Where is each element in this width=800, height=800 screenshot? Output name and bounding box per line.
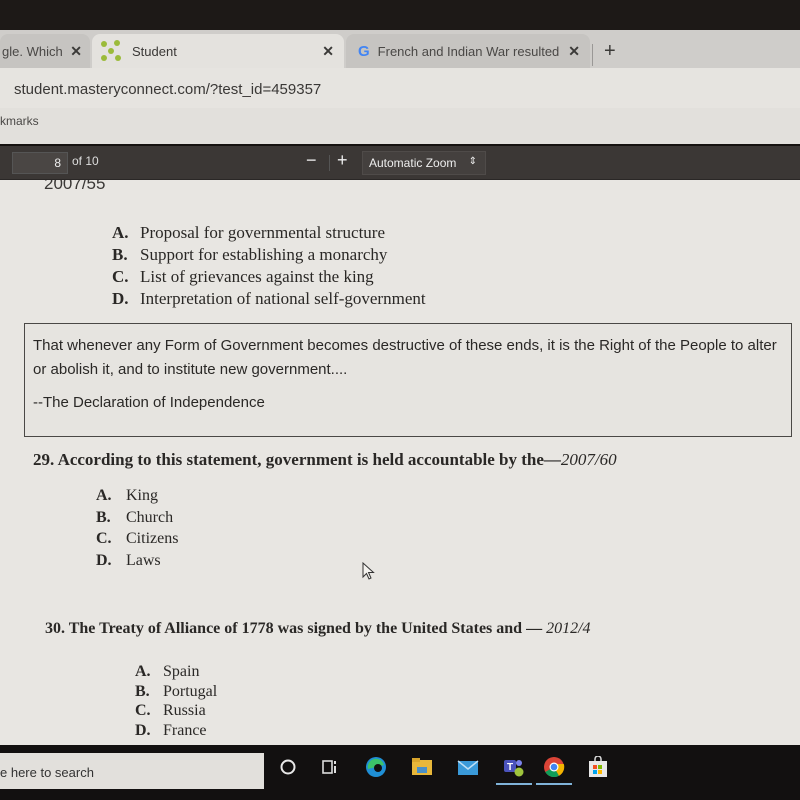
chrome-icon[interactable]: [536, 753, 572, 785]
choice-item: B. Support for establishing a monarchy: [112, 244, 426, 266]
toolbar-separator: [329, 155, 330, 171]
quote-source: --The Declaration of Independence: [33, 394, 265, 411]
choice-item: A. King: [96, 485, 178, 507]
choice-item: D. France: [135, 721, 217, 741]
choice-text: Russia: [163, 702, 206, 719]
zoom-select[interactable]: Automatic Zoom ⇕: [362, 151, 486, 175]
close-icon[interactable]: ✕: [70, 43, 82, 60]
cortana-icon[interactable]: [274, 753, 302, 781]
choice-text: Church: [126, 508, 174, 526]
bookmarks-label[interactable]: kmarks: [0, 114, 39, 128]
choice-item: D. Interpretation of national self-govern…: [112, 288, 426, 310]
previous-question-code: 2007/55: [44, 180, 106, 193]
q29-choices: A. King B. Church C. Citizens D. Laws: [96, 485, 178, 571]
zoom-in-button[interactable]: +: [337, 150, 348, 171]
choice-letter: D.: [112, 289, 129, 308]
edge-icon[interactable]: [362, 753, 390, 781]
quote-text: That whenever any Form of Government bec…: [33, 337, 777, 378]
url-input[interactable]: student.masteryconnect.com/?test_id=4593…: [14, 81, 321, 98]
select-arrows-icon: ⇕: [468, 156, 477, 167]
tab-title: Student: [132, 43, 177, 59]
question-29: 29. According to this statement, governm…: [33, 450, 617, 470]
taskbar-search-input[interactable]: e here to search: [0, 753, 264, 789]
choice-text: Support for establishing a monarchy: [140, 245, 388, 264]
quote-box: That whenever any Form of Government bec…: [24, 323, 792, 437]
browser-tab[interactable]: gle. Which ✕: [0, 34, 90, 68]
q28-choices: A. Proposal for governmental structure B.…: [112, 222, 426, 310]
zoom-level: Automatic Zoom: [369, 156, 457, 170]
store-icon[interactable]: [584, 753, 612, 781]
choice-item: C. List of grievances against the king: [112, 266, 426, 288]
choice-letter: C.: [135, 702, 151, 719]
screen-bezel: [0, 0, 800, 32]
address-bar: student.masteryconnect.com/?test_id=4593…: [0, 68, 800, 108]
choice-text: France: [163, 721, 207, 739]
choice-text: Interpretation of national self-governme…: [140, 289, 426, 308]
choice-item: D. Laws: [96, 550, 178, 572]
choice-item: C. Citizens: [96, 528, 178, 550]
choice-letter: A.: [135, 663, 151, 680]
choice-letter: B.: [135, 682, 150, 700]
choice-item: C. Russia: [135, 701, 217, 721]
choice-letter: C.: [112, 267, 129, 286]
choice-letter: C.: [96, 530, 112, 547]
choice-text: King: [126, 487, 158, 504]
close-icon[interactable]: ✕: [568, 43, 580, 60]
question-text: The Treaty of Alliance of 1778 was signe…: [68, 620, 547, 637]
choice-text: Proposal for governmental structure: [140, 223, 386, 242]
tab-title: gle. Which: [2, 43, 63, 59]
browser-tab[interactable]: G French and Indian War resulted ✕: [346, 34, 590, 68]
task-view-icon[interactable]: [316, 753, 344, 781]
bookmarks-bar: kmarks: [0, 108, 800, 144]
mouse-cursor-icon: [362, 562, 375, 580]
q30-choices: A. Spain B. Portugal C. Russia D. France: [135, 662, 217, 740]
masteryconnect-icon: [100, 40, 122, 62]
browser-tab-active[interactable]: Student ✕: [92, 34, 344, 68]
question-30: 30. The Treaty of Alliance of 1778 was s…: [45, 620, 591, 638]
question-number: 30.: [45, 620, 65, 637]
mail-icon[interactable]: [454, 753, 482, 781]
choice-text: Spain: [163, 663, 200, 680]
google-icon: G: [358, 42, 370, 60]
browser-tabstrip: gle. Which ✕ Student ✕ G French and Indi…: [0, 30, 800, 68]
choice-letter: A.: [112, 223, 129, 242]
choice-item: B. Portugal: [135, 682, 217, 702]
choice-item: B. Church: [96, 507, 178, 529]
choice-text: Laws: [126, 551, 161, 569]
tab-title: French and Indian War resulted: [377, 43, 560, 59]
file-explorer-icon[interactable]: [408, 753, 436, 781]
choice-letter: B.: [112, 245, 128, 264]
choice-letter: B.: [96, 508, 111, 526]
page-total: of 10: [72, 154, 99, 168]
teams-icon[interactable]: T: [496, 753, 532, 785]
windows-taskbar: e here to search T: [0, 745, 800, 800]
choice-item: A. Proposal for governmental structure: [112, 222, 426, 244]
pdf-page: 2007/55 A. Proposal for governmental stru…: [0, 180, 800, 745]
choice-item: A. Spain: [135, 662, 217, 682]
choice-letter: A.: [96, 487, 112, 504]
choice-text: List of grievances against the king: [140, 267, 374, 286]
choice-text: Portugal: [163, 682, 218, 700]
choice-text: Citizens: [126, 530, 179, 547]
page-number-input[interactable]: 8: [12, 152, 68, 174]
tab-divider: [592, 44, 593, 66]
zoom-out-button[interactable]: −: [306, 150, 317, 171]
choice-letter: D.: [96, 551, 112, 569]
question-text: According to this statement, government …: [57, 450, 561, 469]
close-icon[interactable]: ✕: [322, 43, 334, 60]
new-tab-button[interactable]: +: [604, 40, 616, 63]
choice-letter: D.: [135, 721, 151, 739]
question-code: 2012/4: [546, 620, 591, 637]
question-code: 2007/60: [560, 450, 617, 469]
svg-text:T: T: [507, 762, 513, 773]
pdf-toolbar: 8 of 10 − + Automatic Zoom ⇕: [0, 146, 800, 180]
question-number: 29.: [33, 450, 55, 469]
